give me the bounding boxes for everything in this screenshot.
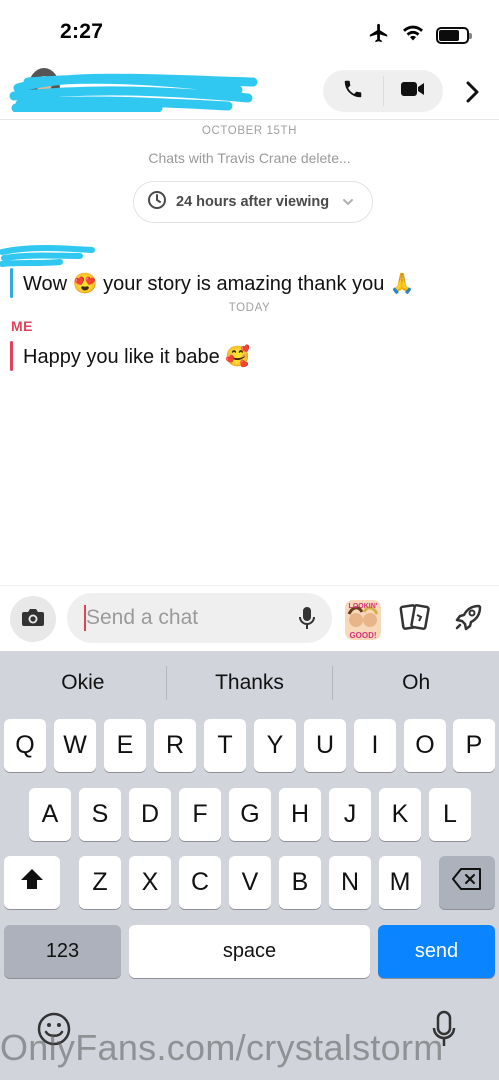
key-u[interactable]: U: [304, 719, 346, 772]
phone-icon: [342, 78, 364, 105]
send-key[interactable]: send: [378, 925, 495, 978]
message-friend[interactable]: Wow 😍 your story is amazing thank you 🙏: [10, 268, 415, 298]
key-f[interactable]: F: [179, 788, 221, 841]
keyboard: Okie Thanks Oh Q W E R T Y U I O P A S D…: [0, 651, 499, 1080]
voice-call-button[interactable]: [323, 70, 383, 112]
key-y[interactable]: Y: [254, 719, 296, 772]
chevron-down-icon: [342, 193, 354, 211]
key-c[interactable]: C: [179, 856, 221, 909]
key-q[interactable]: Q: [4, 719, 46, 772]
games-rocket-button[interactable]: [451, 601, 485, 637]
sender-color-bar: [10, 341, 13, 371]
key-s[interactable]: S: [79, 788, 121, 841]
key-a[interactable]: A: [29, 788, 71, 841]
cards-icon: [398, 601, 432, 638]
microphone-icon[interactable]: [294, 605, 320, 631]
shift-key[interactable]: [4, 856, 60, 909]
sticker-text: GOOD!: [349, 631, 376, 640]
bitmoji-sticker-button[interactable]: LOOKIN' GOOD!: [343, 596, 383, 642]
cards-button[interactable]: [398, 602, 432, 636]
video-camera-icon: [400, 80, 426, 103]
key-x[interactable]: X: [129, 856, 171, 909]
status-bar: 2:27: [0, 0, 499, 60]
key-r[interactable]: R: [154, 719, 196, 772]
backspace-icon: [452, 868, 482, 897]
battery-icon: [436, 27, 472, 44]
key-m[interactable]: M: [379, 856, 421, 909]
key-t[interactable]: T: [204, 719, 246, 772]
video-call-button[interactable]: [384, 70, 444, 112]
delete-key[interactable]: [439, 856, 495, 909]
key-j[interactable]: J: [329, 788, 371, 841]
chat-input[interactable]: [67, 593, 332, 643]
key-p[interactable]: P: [453, 719, 495, 772]
suggestion-1[interactable]: Okie: [0, 671, 166, 695]
key-w[interactable]: W: [54, 719, 96, 772]
key-n[interactable]: N: [329, 856, 371, 909]
chat-text-field[interactable]: [86, 599, 286, 637]
camera-icon: [21, 607, 45, 632]
key-d[interactable]: D: [129, 788, 171, 841]
predictive-bar: Okie Thanks Oh: [0, 651, 499, 715]
key-i[interactable]: I: [354, 719, 396, 772]
sticker-text: LOOKIN': [349, 603, 378, 610]
key-z[interactable]: Z: [79, 856, 121, 909]
airplane-mode-icon: [368, 22, 390, 49]
watermark: OnlyFans.com/crystalstorm: [0, 1027, 444, 1068]
rocket-icon: [453, 602, 483, 637]
numbers-key[interactable]: 123: [4, 925, 121, 978]
message-text: Wow 😍 your story is amazing thank you 🙏: [23, 272, 415, 295]
camera-button[interactable]: [10, 596, 56, 642]
chat-header: [0, 60, 499, 120]
shift-arrow-icon: [20, 868, 44, 897]
chat-input-bar: LOOKIN' GOOD!: [0, 585, 499, 651]
date-separator: OCTOBER 15TH: [201, 125, 298, 137]
suggestion-2[interactable]: Thanks: [167, 671, 333, 695]
sender-label-me: ME: [11, 318, 33, 334]
message-text: Happy you like it babe 🥰: [23, 345, 251, 368]
date-separator-today: TODAY: [228, 302, 271, 314]
key-v[interactable]: V: [229, 856, 271, 909]
suggestion-3[interactable]: Oh: [333, 671, 499, 695]
key-b[interactable]: B: [279, 856, 321, 909]
timer-label: 24 hours after viewing: [176, 194, 330, 210]
sender-name-redaction: [0, 245, 95, 267]
redaction-scribble: [9, 73, 258, 112]
chevron-right-icon[interactable]: [460, 78, 484, 106]
key-o[interactable]: O: [404, 719, 446, 772]
key-h[interactable]: H: [279, 788, 321, 841]
key-l[interactable]: L: [429, 788, 471, 841]
status-icons: [368, 22, 472, 49]
key-g[interactable]: G: [229, 788, 271, 841]
wifi-icon: [402, 24, 424, 47]
bitmoji-sticker-icon: LOOKIN' GOOD!: [345, 600, 381, 640]
key-k[interactable]: K: [379, 788, 421, 841]
clock-icon: [147, 190, 167, 215]
sender-color-bar: [10, 268, 13, 298]
status-time: 2:27: [60, 20, 104, 43]
message-me[interactable]: Happy you like it babe 🥰: [10, 341, 250, 371]
chat-timer-setting[interactable]: 24 hours after viewing: [133, 181, 373, 223]
call-controls: [323, 70, 443, 112]
space-key[interactable]: space: [129, 925, 370, 978]
deleted-chats-notice[interactable]: Chats with Travis Crane delete...: [0, 150, 499, 166]
key-e[interactable]: E: [104, 719, 146, 772]
